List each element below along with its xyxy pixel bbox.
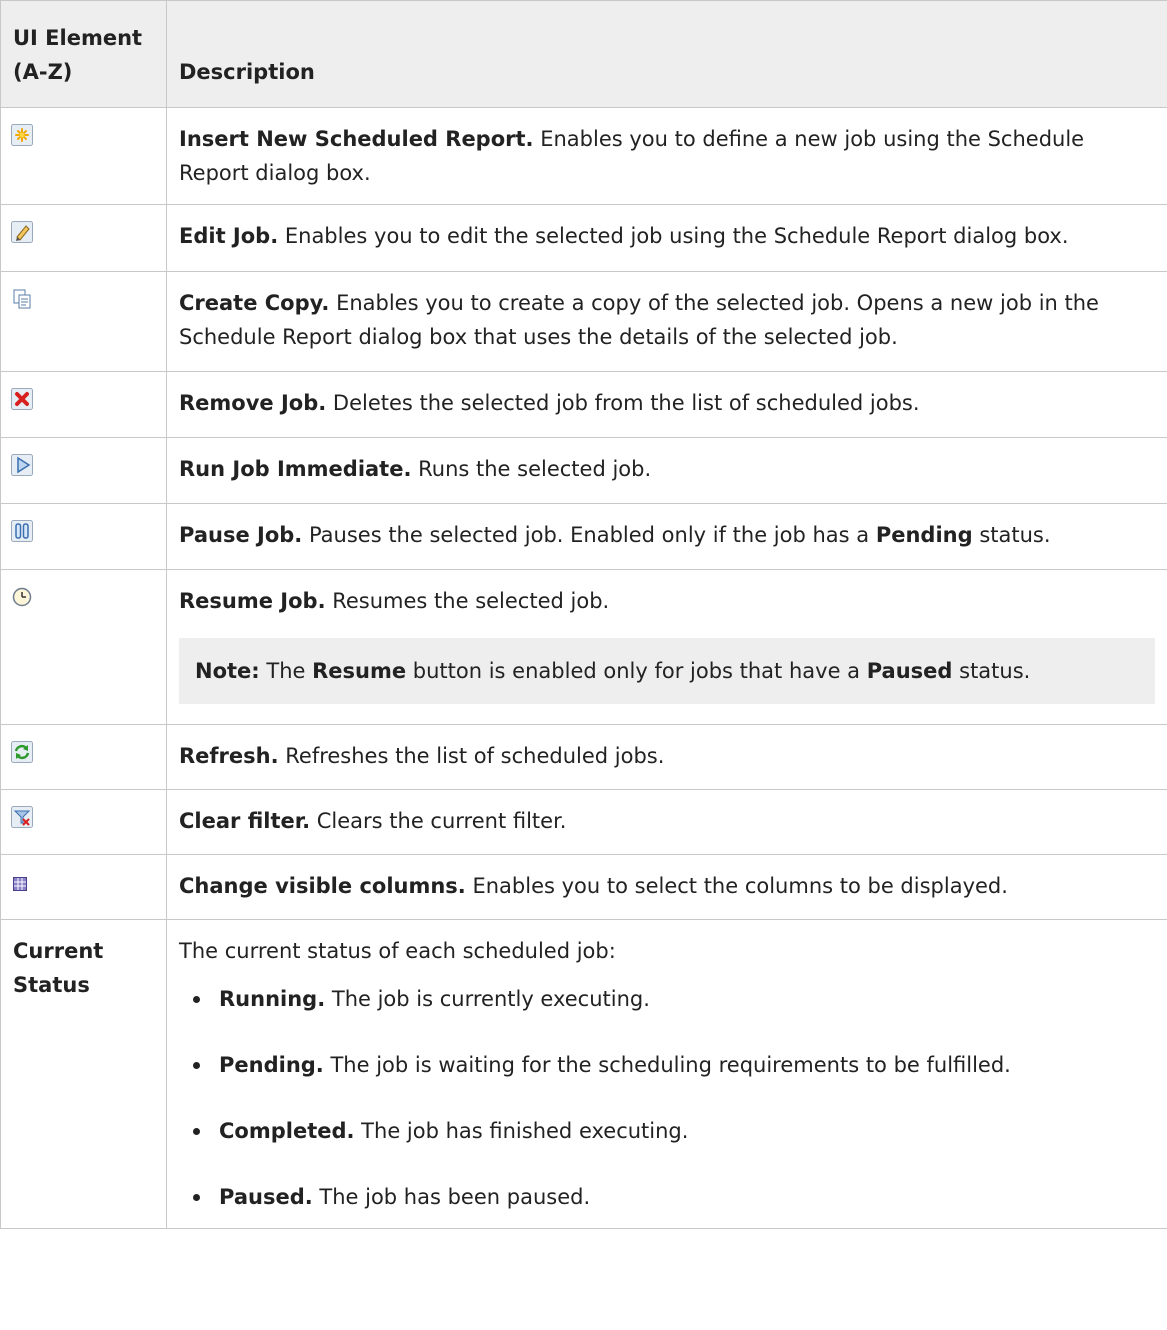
list-item: Completed. The job has finished executin… (179, 1114, 1155, 1148)
clear-filter-icon (11, 804, 33, 838)
list-item: Running. The job is currently executing. (179, 982, 1155, 1016)
ui-elements-table: UI Element (A-Z) Description Insert New … (0, 0, 1167, 1229)
note-box: Note: The Resume button is enabled only … (179, 638, 1155, 704)
bullet-icon (193, 1128, 200, 1135)
remove-x-icon (11, 386, 33, 420)
table-row: Pause Job. Pauses the selected job. Enab… (0, 503, 1167, 570)
row-label: Current Status (0, 919, 167, 1229)
header-ui-element: UI Element (A-Z) (0, 0, 167, 108)
status-intro: The current status of each scheduled job… (179, 939, 616, 963)
table-row: Edit Job. Enables you to edit the select… (0, 204, 1167, 272)
refresh-icon (11, 739, 33, 773)
table-row: Clear filter. Clears the current filter. (0, 789, 1167, 855)
list-item: Paused. The job has been paused. (179, 1180, 1155, 1214)
table-row: Refresh. Refreshes the list of scheduled… (0, 724, 1167, 790)
row-description: Clear filter. Clears the current filter. (166, 789, 1167, 855)
row-description: Run Job Immediate. Runs the selected job… (166, 437, 1167, 504)
table-row: Current Status The current status of eac… (0, 919, 1167, 1229)
table-header-row: UI Element (A-Z) Description (0, 0, 1167, 108)
row-description: Refresh. Refreshes the list of scheduled… (166, 724, 1167, 790)
row-description: The current status of each scheduled job… (166, 919, 1167, 1229)
row-description: Remove Job. Deletes the selected job fro… (166, 371, 1167, 438)
row-description: Insert New Scheduled Report. Enables you… (166, 107, 1167, 205)
list-item: Pending. The job is waiting for the sche… (179, 1048, 1155, 1082)
insert-icon (11, 122, 33, 156)
table-row: Run Job Immediate. Runs the selected job… (0, 437, 1167, 504)
row-description: Edit Job. Enables you to edit the select… (166, 204, 1167, 272)
edit-pencil-icon (11, 219, 33, 253)
columns-icon (13, 867, 27, 901)
table-row: Insert New Scheduled Report. Enables you… (0, 107, 1167, 205)
row-description: Resume Job. Resumes the selected job. No… (166, 569, 1167, 725)
table-row: Create Copy. Enables you to create a cop… (0, 271, 1167, 372)
row-description: Pause Job. Pauses the selected job. Enab… (166, 503, 1167, 570)
run-play-icon (11, 452, 33, 486)
bullet-icon (193, 1194, 200, 1201)
resume-clock-icon (11, 584, 33, 618)
table-row: Change visible columns. Enables you to s… (0, 854, 1167, 920)
pause-icon (11, 518, 33, 552)
status-list: Running. The job is currently executing.… (179, 982, 1155, 1214)
bullet-icon (193, 996, 200, 1003)
row-description: Change visible columns. Enables you to s… (166, 854, 1167, 920)
row-description: Create Copy. Enables you to create a cop… (166, 271, 1167, 372)
table-row: Remove Job. Deletes the selected job fro… (0, 371, 1167, 438)
header-description: Description (166, 0, 1167, 108)
table-row: Resume Job. Resumes the selected job. No… (0, 569, 1167, 725)
copy-icon (11, 286, 33, 320)
bullet-icon (193, 1062, 200, 1069)
